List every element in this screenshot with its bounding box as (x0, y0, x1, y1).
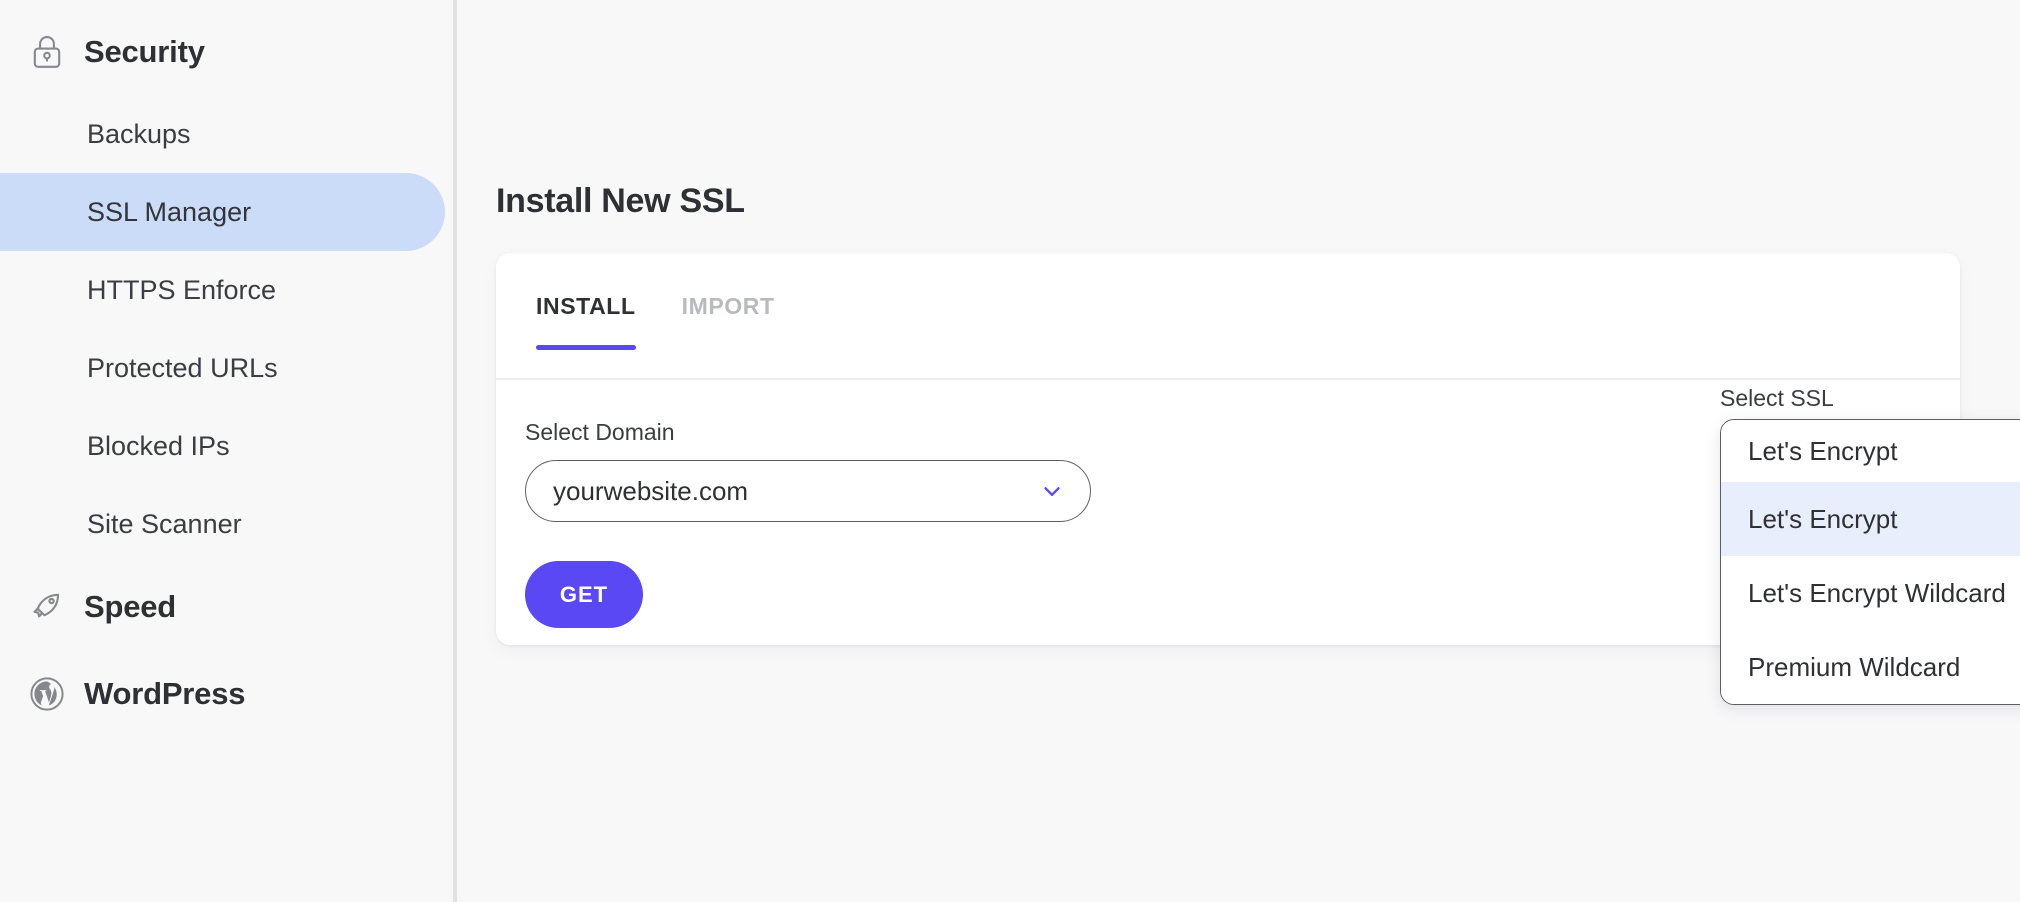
select-ssl-field-placeholder (1124, 419, 1690, 522)
sidebar-section-speed[interactable]: Speed (0, 563, 457, 650)
sidebar-item-blocked-ips[interactable]: Blocked IPs (0, 407, 445, 485)
select-ssl-option-lets-encrypt[interactable]: Let's Encrypt (1721, 482, 2020, 556)
get-button[interactable]: GET (525, 561, 643, 628)
sidebar-item-label: Backups (87, 119, 191, 150)
rocket-icon (27, 587, 67, 627)
app-root: Security Backups SSL Manager HTTPS Enfor… (0, 0, 2020, 902)
sidebar-item-https-enforce[interactable]: HTTPS Enforce (0, 251, 445, 329)
sidebar-item-protected-urls[interactable]: Protected URLs (0, 329, 445, 407)
sidebar-section-label: Speed (84, 589, 176, 625)
sidebar-item-label: Site Scanner (87, 509, 242, 540)
chevron-down-icon[interactable] (1039, 478, 1065, 504)
sidebar-section-label: WordPress (84, 676, 245, 712)
sidebar-item-backups[interactable]: Backups (0, 95, 445, 173)
sidebar-top-spacer (0, 0, 457, 8)
select-domain-field: Select Domain yourwebsite.com (525, 419, 1091, 522)
select-domain-label: Select Domain (525, 419, 1091, 446)
select-ssl-option-premium-wildcard[interactable]: Premium Wildcard (1721, 630, 2020, 704)
sidebar-section-label: Security (84, 34, 205, 70)
select-ssl-label: Select SSL (1720, 385, 1834, 412)
main-content: Install New SSL INSTALL IMPORT Select Do… (457, 0, 2020, 902)
wordpress-icon (27, 674, 67, 714)
tab-label: IMPORT (682, 293, 775, 319)
sidebar-section-wordpress[interactable]: WordPress (0, 650, 457, 737)
tab-import[interactable]: IMPORT (682, 293, 775, 350)
tab-label: INSTALL (536, 293, 636, 319)
select-domain-value: yourwebsite.com (553, 476, 748, 507)
sidebar-item-label: HTTPS Enforce (87, 275, 276, 306)
select-ssl-dropdown[interactable]: Let's Encrypt Let's Encrypt Let's Encryp… (1720, 419, 2020, 705)
select-ssl-value: Let's Encrypt (1748, 436, 1897, 467)
sidebar-item-label: Blocked IPs (87, 431, 230, 462)
select-ssl-option-lets-encrypt-wildcard[interactable]: Let's Encrypt Wildcard (1721, 556, 2020, 630)
select-domain-dropdown[interactable]: yourwebsite.com (525, 460, 1091, 522)
sidebar-section-security[interactable]: Security (0, 8, 457, 95)
sidebar-item-ssl-manager[interactable]: SSL Manager (0, 173, 445, 251)
option-label: Premium Wildcard (1748, 652, 1960, 683)
option-label: Let's Encrypt (1748, 504, 1897, 535)
sidebar-item-site-scanner[interactable]: Site Scanner (0, 485, 445, 563)
sidebar-item-label: SSL Manager (87, 197, 251, 228)
tab-bar: INSTALL IMPORT (496, 253, 1960, 341)
option-label: Let's Encrypt Wildcard (1748, 578, 2006, 609)
page-title: Install New SSL (496, 182, 745, 221)
tab-install[interactable]: INSTALL (536, 293, 636, 350)
select-ssl-value-row[interactable]: Let's Encrypt (1721, 420, 2020, 482)
select-ssl-option-list: Let's Encrypt Let's Encrypt Wildcard Pre… (1721, 482, 2020, 704)
lock-icon (27, 32, 67, 72)
tab-bar-divider (496, 378, 1960, 380)
sidebar: Security Backups SSL Manager HTTPS Enfor… (0, 0, 457, 902)
sidebar-item-label: Protected URLs (87, 353, 278, 384)
